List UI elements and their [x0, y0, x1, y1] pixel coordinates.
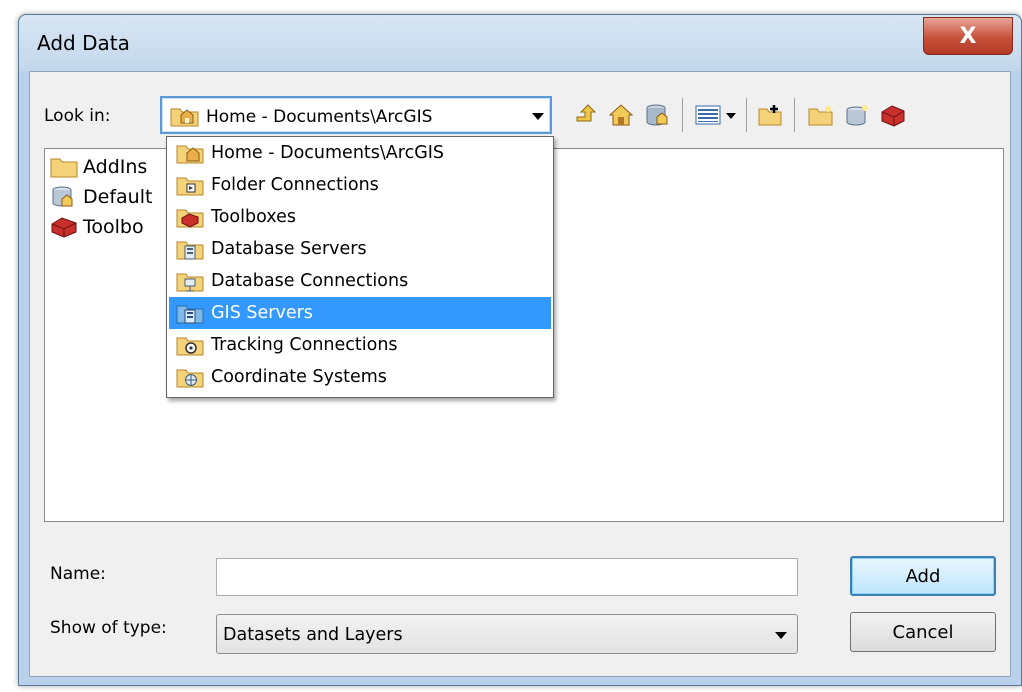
chevron-down-icon	[775, 632, 787, 639]
dropdown-item-database-connections[interactable]: Database Connections	[169, 265, 551, 297]
title-bar: Add Data X	[19, 15, 1021, 71]
view-list-icon[interactable]	[694, 100, 738, 130]
toolbox-icon	[49, 215, 79, 239]
default-geodatabase-icon[interactable]	[642, 100, 672, 130]
database-server-icon	[175, 236, 205, 262]
dropdown-item-coordinate-systems[interactable]: Coordinate Systems	[169, 361, 551, 393]
name-input[interactable]	[216, 558, 798, 596]
folder-icon	[49, 155, 79, 179]
dropdown-item-label: Home - Documents\ArcGIS	[211, 143, 445, 163]
geodatabase-icon	[49, 185, 79, 209]
show-of-type-select[interactable]: Datasets and Layers	[216, 614, 798, 654]
tracking-connection-icon	[175, 332, 205, 358]
new-folder-icon[interactable]	[806, 100, 836, 130]
connect-to-folder-icon[interactable]	[756, 100, 786, 130]
close-icon: X	[959, 23, 977, 49]
list-item[interactable]: Toolbo	[49, 213, 144, 241]
add-button[interactable]: Add	[850, 556, 996, 596]
list-item-label: AddIns	[83, 156, 148, 178]
dropdown-item-label: Coordinate Systems	[211, 367, 387, 387]
list-item[interactable]: AddIns	[49, 153, 147, 181]
dropdown-item-label: Database Servers	[211, 239, 367, 259]
dropdown-item-gis-servers[interactable]: GIS Servers	[169, 297, 551, 329]
home-folder-icon	[175, 140, 205, 166]
folder-connection-icon	[175, 172, 205, 198]
gis-server-icon	[175, 300, 205, 326]
list-item-label: Toolbo	[83, 216, 144, 238]
dropdown-item-database-servers[interactable]: Database Servers	[169, 233, 551, 265]
home-folder-icon	[170, 105, 200, 127]
cancel-button[interactable]: Cancel	[850, 612, 996, 652]
toolbar	[570, 96, 1010, 134]
look-in-combo[interactable]: Home - Documents\ArcGIS	[160, 96, 552, 134]
toolbox-icon	[175, 204, 205, 230]
dropdown-item-label: Toolboxes	[211, 207, 296, 227]
dropdown-item-label: Folder Connections	[211, 175, 379, 195]
dropdown-item-toolboxes[interactable]: Toolboxes	[169, 201, 551, 233]
dropdown-item-label: Tracking Connections	[211, 335, 398, 355]
dialog-body: Look in: Home - Documents\ArcGIS AddIns …	[29, 71, 1011, 677]
look-in-value: Home - Documents\ArcGIS	[206, 107, 433, 127]
close-button[interactable]: X	[923, 17, 1013, 55]
show-of-type-value: Datasets and Layers	[223, 625, 403, 645]
show-of-type-label: Show of type:	[50, 618, 167, 638]
coordinate-system-icon	[175, 364, 205, 390]
new-geodatabase-icon[interactable]	[842, 100, 872, 130]
dropdown-item-label: GIS Servers	[211, 303, 313, 323]
add-data-dialog: Add Data X Look in: Home - Documents\Arc…	[18, 14, 1022, 686]
name-label: Name:	[50, 564, 106, 584]
dropdown-item-folder-connections[interactable]: Folder Connections	[169, 169, 551, 201]
list-item[interactable]: Default	[49, 183, 152, 211]
home-icon[interactable]	[606, 100, 636, 130]
dropdown-item-home[interactable]: Home - Documents\ArcGIS	[169, 137, 551, 169]
list-item-label: Default	[83, 186, 153, 208]
up-one-level-icon[interactable]	[570, 100, 600, 130]
chevron-down-icon	[532, 113, 544, 120]
dropdown-item-tracking-connections[interactable]: Tracking Connections	[169, 329, 551, 361]
look-in-label: Look in:	[44, 106, 111, 126]
dropdown-item-label: Database Connections	[211, 271, 409, 291]
toolbox-icon[interactable]	[878, 100, 908, 130]
dialog-title: Add Data	[37, 31, 130, 55]
look-in-dropdown-list: Home - Documents\ArcGIS Folder Connectio…	[166, 136, 554, 398]
database-connection-icon	[175, 268, 205, 294]
